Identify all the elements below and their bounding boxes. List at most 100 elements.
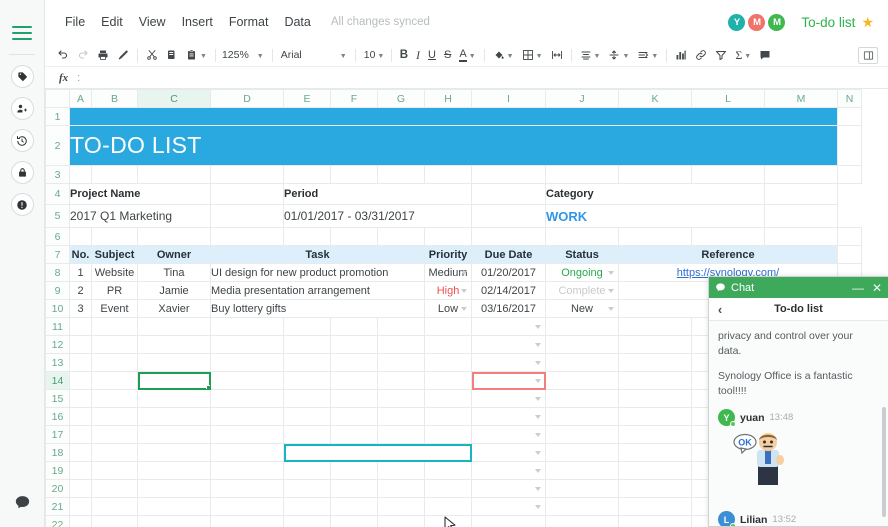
cell-E13[interactable] [284,354,331,372]
cell-A3[interactable] [70,166,92,184]
cell-I15[interactable] [472,390,546,408]
cell-H6[interactable] [425,228,472,246]
row-header-14[interactable]: 14 [46,372,70,390]
cell-N1[interactable] [838,108,862,126]
cell-E17[interactable] [284,426,331,444]
cell-J18[interactable] [546,444,619,462]
cell-E12[interactable] [284,336,331,354]
cell-C6[interactable] [138,228,211,246]
column-header-J[interactable]: J [546,90,619,108]
cell-B3[interactable] [92,166,138,184]
fill-color-caret-icon[interactable]: ▼ [507,53,514,60]
cell-L6[interactable] [692,228,765,246]
text-wrap-caret-icon[interactable]: ▼ [651,53,658,60]
cell-I11[interactable] [472,318,546,336]
cell-E18-collaborator-selected[interactable]: yuan [284,444,472,462]
row-header-21[interactable]: 21 [46,498,70,516]
menu-insert[interactable]: Insert [174,11,221,33]
cell-B12[interactable] [92,336,138,354]
cell-D6[interactable] [211,228,284,246]
cell-K17[interactable] [619,426,692,444]
row-header-15[interactable]: 15 [46,390,70,408]
vertical-align-icon[interactable]: ▼ [604,45,633,65]
row-header-2[interactable]: 2 [46,126,70,166]
sum-caret-icon[interactable]: ▼ [744,52,751,60]
history-icon[interactable] [11,129,34,152]
cell-N5[interactable] [765,205,838,228]
cell-I12[interactable] [472,336,546,354]
row-header-18[interactable]: 18 [46,444,70,462]
cell-K12[interactable] [619,336,692,354]
cell-F6[interactable] [331,228,378,246]
chat-minimize-icon[interactable]: — [852,283,864,293]
cell-J4[interactable] [472,184,546,205]
row-header-20[interactable]: 20 [46,480,70,498]
column-header-B[interactable]: B [92,90,138,108]
cell-K21[interactable] [619,498,692,516]
cell-G21[interactable] [378,498,425,516]
cell-F19[interactable] [331,462,378,480]
column-header-K[interactable]: K [619,90,692,108]
add-person-icon[interactable] [11,97,34,120]
cell-status-1[interactable]: Ongoing [546,264,619,282]
row-header-12[interactable]: 12 [46,336,70,354]
cell-E6[interactable] [284,228,331,246]
cell-L3[interactable] [692,166,765,184]
horizontal-align-caret-icon[interactable]: ▼ [594,53,601,60]
cell-G19[interactable] [378,462,425,480]
row-header-3[interactable]: 3 [46,166,70,184]
cell-G11[interactable] [378,318,425,336]
cell-N4[interactable] [765,184,838,205]
cell-E21[interactable] [284,498,331,516]
cell-F3[interactable] [331,166,378,184]
chat-scrollbar[interactable] [882,407,886,517]
cell-A11[interactable] [70,318,92,336]
cell-E20[interactable] [284,480,331,498]
cell-J14[interactable] [546,372,619,390]
banner-strip-cell[interactable] [70,108,838,126]
cell-J11[interactable] [546,318,619,336]
label-project-name[interactable]: Project Name [70,184,211,205]
cell-C22[interactable] [138,516,211,527]
cell-H13[interactable] [425,354,472,372]
cell-no-1[interactable]: 1 [70,264,92,282]
font-family-select[interactable]: Arial ▼ [277,45,351,65]
row-header-1[interactable]: 1 [46,108,70,126]
cell-C3[interactable] [138,166,211,184]
cell-K16[interactable] [619,408,692,426]
menu-view[interactable]: View [131,11,174,33]
cell-K20[interactable] [619,480,692,498]
cell-subject-3[interactable]: Event [92,300,138,318]
cell-J12[interactable] [546,336,619,354]
cell-J20[interactable] [546,480,619,498]
cell-H21[interactable] [425,498,472,516]
cell-D17[interactable] [211,426,284,444]
cell-I13[interactable] [472,354,546,372]
cell-B20[interactable] [92,480,138,498]
link-icon[interactable] [691,45,711,65]
row-header-9[interactable]: 9 [46,282,70,300]
cell-K15[interactable] [619,390,692,408]
font-family-caret-icon[interactable]: ▼ [340,53,347,60]
document-title[interactable]: To-do list [801,15,855,30]
cell-due-1[interactable]: 01/20/2017 [472,264,546,282]
text-wrap-icon[interactable]: ▼ [633,45,662,65]
cell-B21[interactable] [92,498,138,516]
cell-task-2[interactable]: Media presentation arrangement [211,282,425,300]
select-all-corner[interactable] [46,90,70,108]
cell-A15[interactable] [70,390,92,408]
cell-J17[interactable] [546,426,619,444]
cell-J6[interactable] [546,228,619,246]
text-color-caret-icon[interactable]: ▼ [469,53,476,60]
paste-caret-icon[interactable]: ▼ [200,53,207,60]
menu-format[interactable]: Format [221,11,277,33]
cell-B18[interactable] [92,444,138,462]
cell-D3[interactable] [211,166,284,184]
cell-C18[interactable] [138,444,211,462]
cell-due-2[interactable]: 02/14/2017 [472,282,546,300]
cell-K6[interactable] [619,228,692,246]
cell-E4[interactable] [211,184,284,205]
cell-M6[interactable] [765,228,838,246]
cell-A6[interactable] [70,228,92,246]
cell-task-3[interactable]: Buy lottery gifts [211,300,425,318]
